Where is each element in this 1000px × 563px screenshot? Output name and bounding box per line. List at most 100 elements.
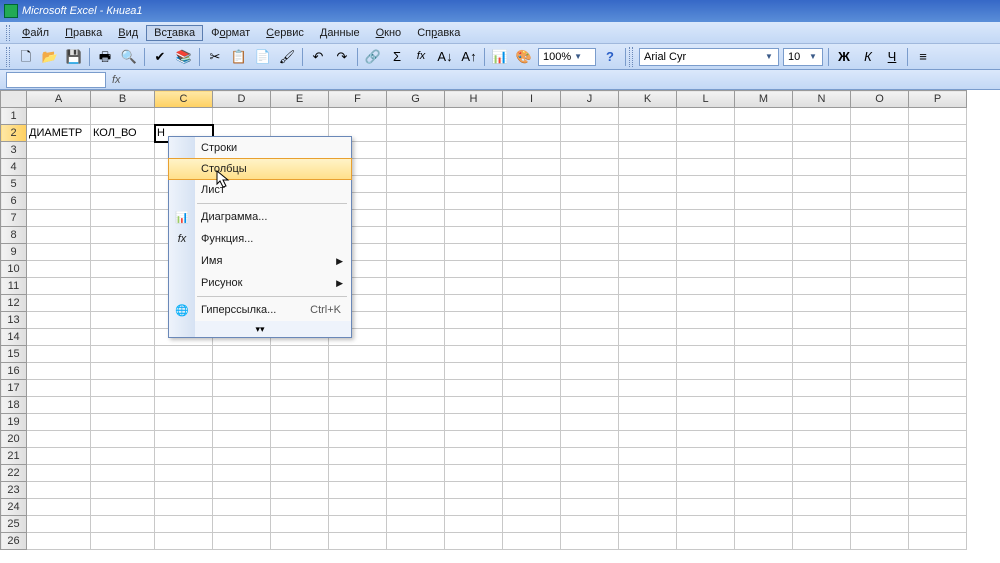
menuitem-диаграмма[interactable]: 📊Диаграмма... bbox=[169, 206, 351, 228]
cell-P8[interactable] bbox=[909, 227, 967, 244]
cell-A21[interactable] bbox=[27, 448, 91, 465]
cell-A10[interactable] bbox=[27, 261, 91, 278]
cell-P9[interactable] bbox=[909, 244, 967, 261]
cell-B5[interactable] bbox=[91, 176, 155, 193]
cell-L14[interactable] bbox=[677, 329, 735, 346]
cell-P18[interactable] bbox=[909, 397, 967, 414]
cell-D16[interactable] bbox=[213, 363, 271, 380]
cell-A17[interactable] bbox=[27, 380, 91, 397]
cell-O2[interactable] bbox=[851, 125, 909, 142]
cell-N6[interactable] bbox=[793, 193, 851, 210]
autosum-button[interactable]: Σ bbox=[386, 46, 408, 68]
cell-H24[interactable] bbox=[445, 499, 503, 516]
menubar-handle[interactable] bbox=[6, 25, 10, 41]
cell-G1[interactable] bbox=[387, 108, 445, 125]
menu-данные[interactable]: Данные bbox=[312, 25, 368, 41]
cell-P15[interactable] bbox=[909, 346, 967, 363]
cell-J2[interactable] bbox=[561, 125, 619, 142]
cell-B1[interactable] bbox=[91, 108, 155, 125]
cell-B9[interactable] bbox=[91, 244, 155, 261]
cell-K22[interactable] bbox=[619, 465, 677, 482]
cell-B6[interactable] bbox=[91, 193, 155, 210]
column-header-A[interactable]: A bbox=[27, 91, 91, 108]
cell-P26[interactable] bbox=[909, 533, 967, 550]
cell-L13[interactable] bbox=[677, 312, 735, 329]
cell-D21[interactable] bbox=[213, 448, 271, 465]
cell-O25[interactable] bbox=[851, 516, 909, 533]
menu-правка[interactable]: Правка bbox=[57, 25, 110, 41]
cell-N20[interactable] bbox=[793, 431, 851, 448]
cell-K21[interactable] bbox=[619, 448, 677, 465]
cell-A11[interactable] bbox=[27, 278, 91, 295]
format-painter-button[interactable]: 🖌 bbox=[276, 46, 298, 68]
cell-I24[interactable] bbox=[503, 499, 561, 516]
cell-I2[interactable] bbox=[503, 125, 561, 142]
cell-H6[interactable] bbox=[445, 193, 503, 210]
cell-M5[interactable] bbox=[735, 176, 793, 193]
cell-I18[interactable] bbox=[503, 397, 561, 414]
cell-H2[interactable] bbox=[445, 125, 503, 142]
cell-L24[interactable] bbox=[677, 499, 735, 516]
cell-L5[interactable] bbox=[677, 176, 735, 193]
cell-B19[interactable] bbox=[91, 414, 155, 431]
cell-G9[interactable] bbox=[387, 244, 445, 261]
cell-H21[interactable] bbox=[445, 448, 503, 465]
cell-O7[interactable] bbox=[851, 210, 909, 227]
cell-P11[interactable] bbox=[909, 278, 967, 295]
cell-I21[interactable] bbox=[503, 448, 561, 465]
cell-C16[interactable] bbox=[155, 363, 213, 380]
cell-M26[interactable] bbox=[735, 533, 793, 550]
cell-L8[interactable] bbox=[677, 227, 735, 244]
cell-O5[interactable] bbox=[851, 176, 909, 193]
cell-A18[interactable] bbox=[27, 397, 91, 414]
cell-O12[interactable] bbox=[851, 295, 909, 312]
column-header-C[interactable]: C bbox=[155, 91, 213, 108]
cell-M17[interactable] bbox=[735, 380, 793, 397]
cell-K16[interactable] bbox=[619, 363, 677, 380]
cell-B26[interactable] bbox=[91, 533, 155, 550]
bold-button[interactable]: Ж bbox=[833, 46, 855, 68]
cell-I13[interactable] bbox=[503, 312, 561, 329]
menuitem-функция[interactable]: fxФункция... bbox=[169, 228, 351, 250]
cell-I25[interactable] bbox=[503, 516, 561, 533]
cell-J4[interactable] bbox=[561, 159, 619, 176]
cell-H1[interactable] bbox=[445, 108, 503, 125]
cell-C22[interactable] bbox=[155, 465, 213, 482]
cell-H23[interactable] bbox=[445, 482, 503, 499]
cell-N17[interactable] bbox=[793, 380, 851, 397]
row-header-10[interactable]: 10 bbox=[1, 261, 27, 278]
cell-N24[interactable] bbox=[793, 499, 851, 516]
cell-A14[interactable] bbox=[27, 329, 91, 346]
cell-A26[interactable] bbox=[27, 533, 91, 550]
menuitem-имя[interactable]: Имя▶ bbox=[169, 250, 351, 272]
new-button[interactable]: 🗋 bbox=[15, 46, 37, 68]
row-header-11[interactable]: 11 bbox=[1, 278, 27, 295]
cell-O19[interactable] bbox=[851, 414, 909, 431]
menu-файл[interactable]: Файл bbox=[14, 25, 57, 41]
cell-L3[interactable] bbox=[677, 142, 735, 159]
cell-G22[interactable] bbox=[387, 465, 445, 482]
cell-L26[interactable] bbox=[677, 533, 735, 550]
cell-N10[interactable] bbox=[793, 261, 851, 278]
cell-N23[interactable] bbox=[793, 482, 851, 499]
row-header-17[interactable]: 17 bbox=[1, 380, 27, 397]
cell-D23[interactable] bbox=[213, 482, 271, 499]
cell-C25[interactable] bbox=[155, 516, 213, 533]
cell-M7[interactable] bbox=[735, 210, 793, 227]
cell-H18[interactable] bbox=[445, 397, 503, 414]
cell-G13[interactable] bbox=[387, 312, 445, 329]
cell-F20[interactable] bbox=[329, 431, 387, 448]
cell-L20[interactable] bbox=[677, 431, 735, 448]
cell-O26[interactable] bbox=[851, 533, 909, 550]
column-header-K[interactable]: K bbox=[619, 91, 677, 108]
cell-G17[interactable] bbox=[387, 380, 445, 397]
cell-H14[interactable] bbox=[445, 329, 503, 346]
cell-F1[interactable] bbox=[329, 108, 387, 125]
cell-G5[interactable] bbox=[387, 176, 445, 193]
cell-N3[interactable] bbox=[793, 142, 851, 159]
expand-menu-button[interactable]: ▾▾ bbox=[169, 321, 351, 337]
cell-E22[interactable] bbox=[271, 465, 329, 482]
cell-H19[interactable] bbox=[445, 414, 503, 431]
cell-G3[interactable] bbox=[387, 142, 445, 159]
cell-M19[interactable] bbox=[735, 414, 793, 431]
